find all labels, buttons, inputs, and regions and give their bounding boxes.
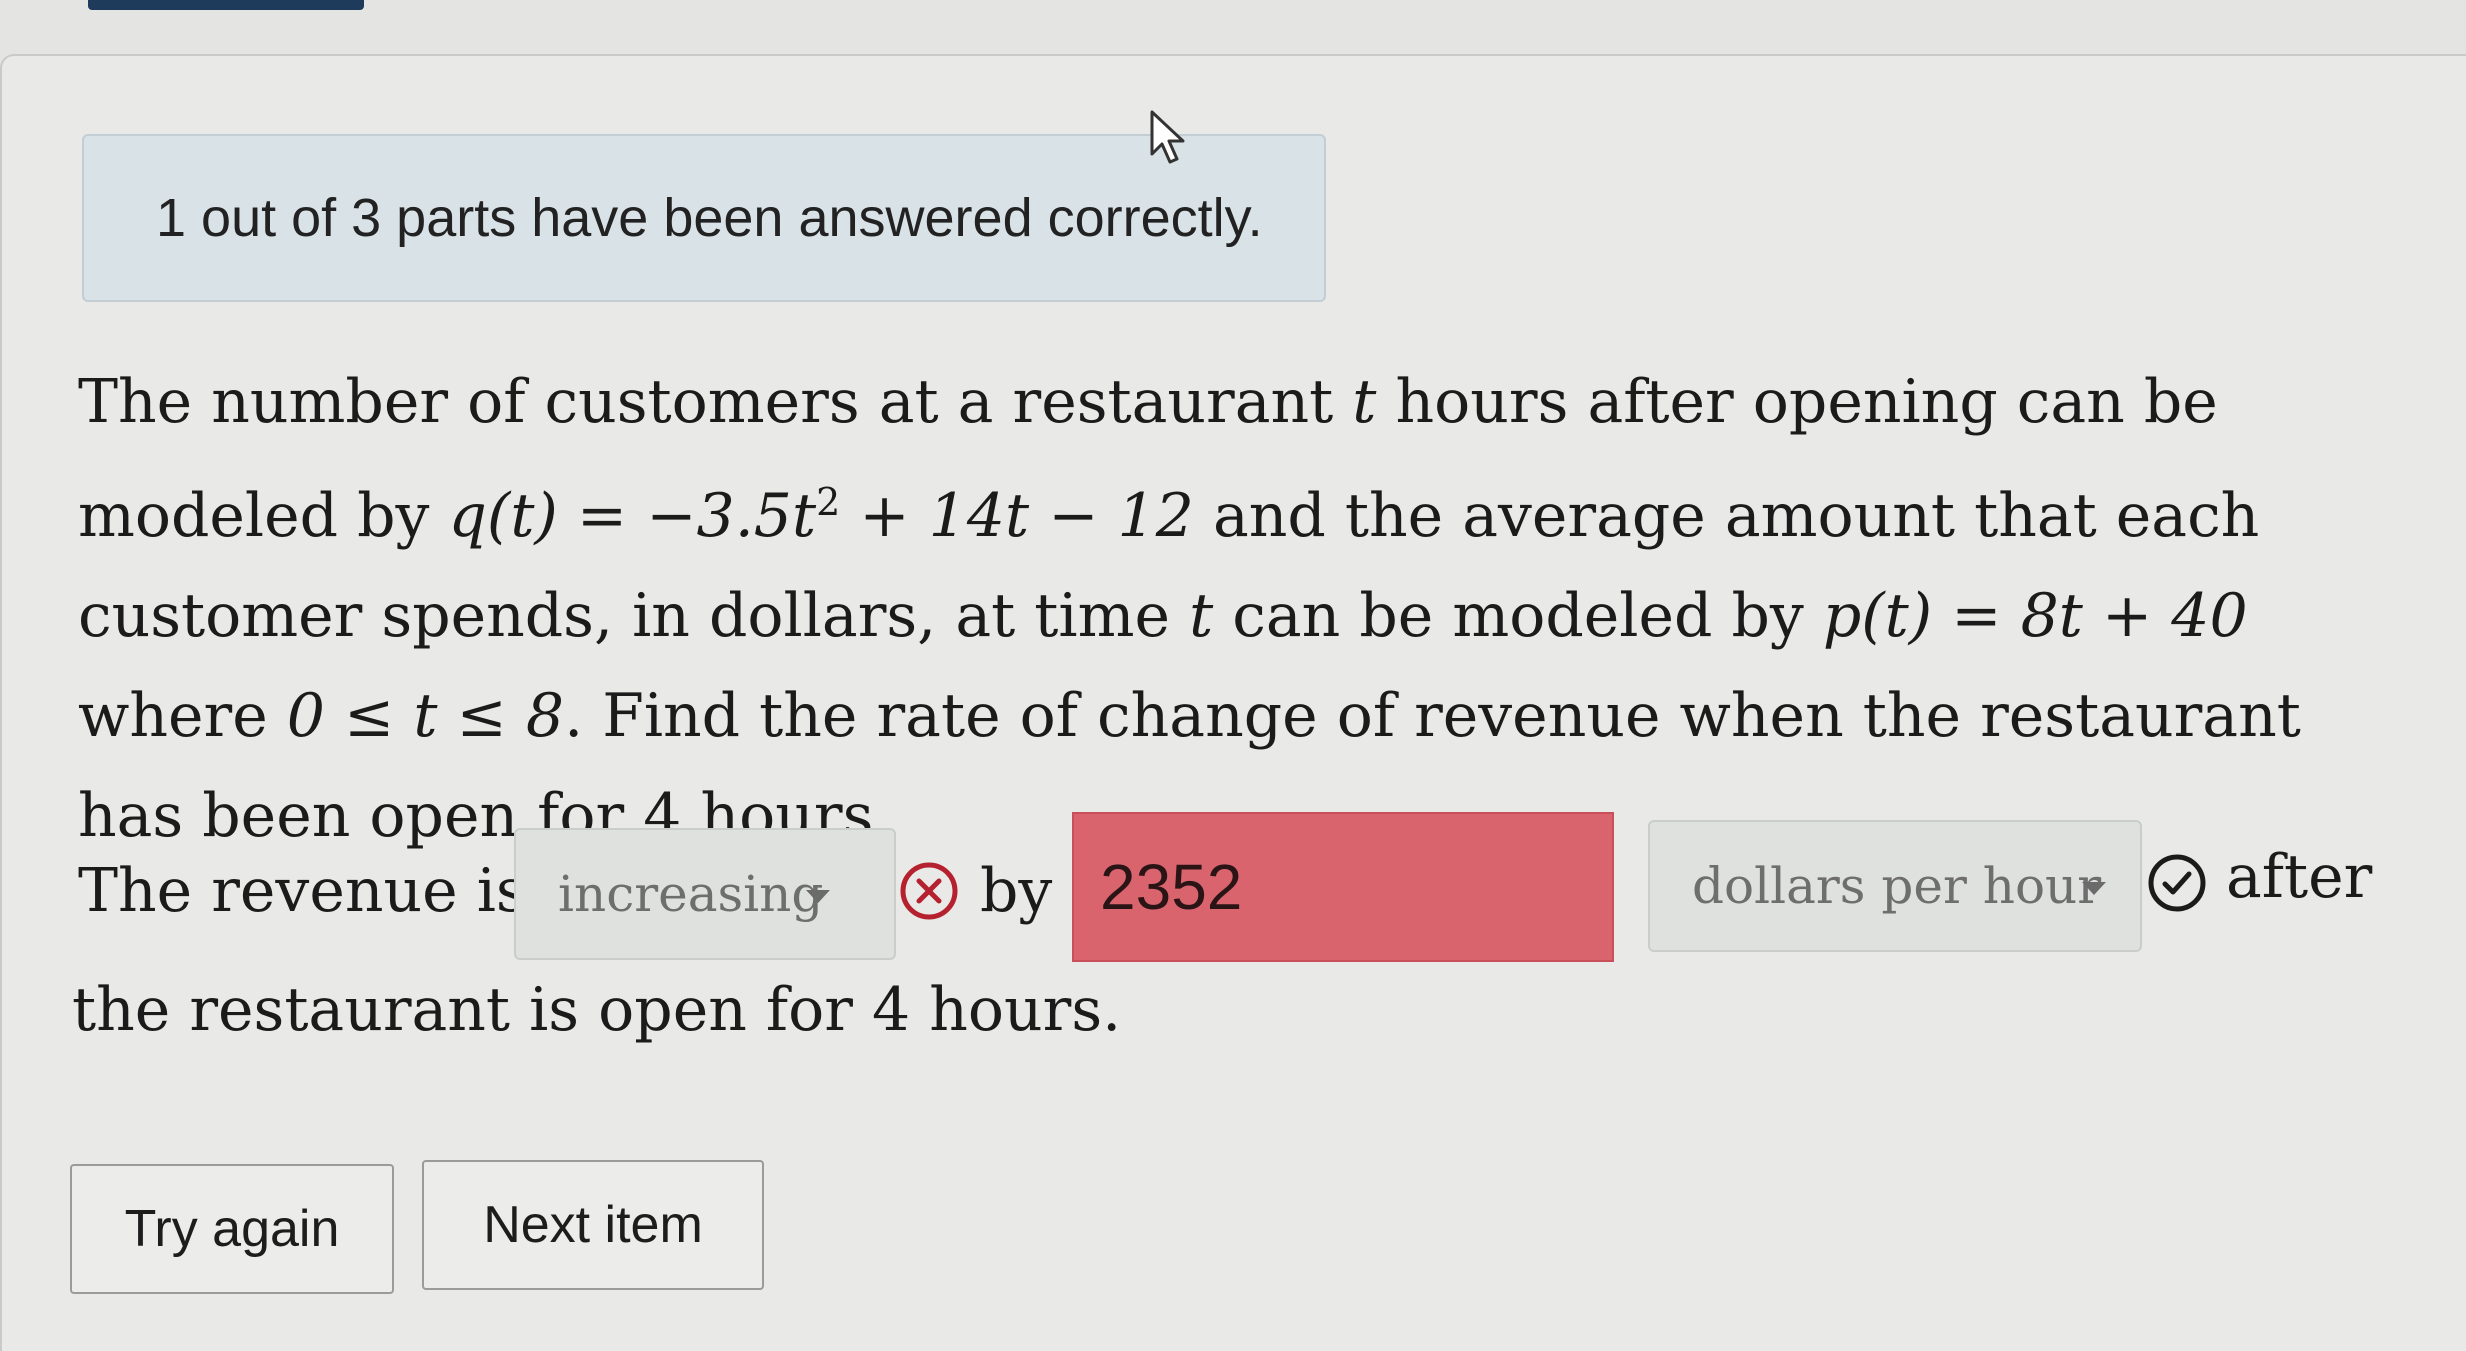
chevron-down-icon bbox=[2082, 882, 2106, 895]
cursor-arrow-icon bbox=[1150, 110, 1185, 164]
problem-text: The number of customers at a restaurant bbox=[78, 367, 1353, 437]
chevron-down-icon bbox=[806, 890, 830, 903]
spending-function: p(t) = 8t + 40 bbox=[1822, 581, 2248, 651]
direction-selected: increasing bbox=[558, 865, 824, 923]
exponent: 2 bbox=[816, 480, 841, 524]
math-variable: t bbox=[1352, 367, 1377, 437]
direction-dropdown[interactable]: increasing bbox=[514, 828, 896, 960]
x-circle-icon bbox=[900, 862, 958, 920]
try-again-button[interactable]: Try again bbox=[70, 1164, 394, 1294]
units-selected: dollars per hour bbox=[1692, 857, 2102, 915]
math-variable: t bbox=[1189, 581, 1214, 651]
next-item-button[interactable]: Next item bbox=[422, 1160, 764, 1290]
answer-status-text: 1 out of 3 parts have been answered corr… bbox=[156, 188, 1263, 248]
check-circle-icon bbox=[2148, 854, 2206, 912]
answer-end-text: the restaurant is open for 4 hours. bbox=[72, 975, 1122, 1045]
answer-status-banner: 1 out of 3 parts have been answered corr… bbox=[82, 134, 1326, 302]
top-tab-indicator bbox=[88, 0, 364, 10]
problem-text: where bbox=[78, 681, 287, 751]
customers-function-rest: + 14t − 12 bbox=[840, 481, 1194, 551]
problem-text: can be modeled by bbox=[1213, 581, 1823, 651]
domain-range: 0 ≤ t ≤ 8 bbox=[286, 681, 565, 751]
problem-statement: The number of customers at a restaurant … bbox=[78, 352, 2378, 866]
units-dropdown[interactable]: dollars per hour bbox=[1648, 820, 2142, 952]
customers-function: q(t) = −3.5t bbox=[448, 481, 817, 551]
after-text: after bbox=[2226, 842, 2373, 912]
rate-answer-input[interactable]: 2352 bbox=[1072, 812, 1614, 962]
by-text: by bbox=[980, 856, 1053, 926]
answer-lead-text: The revenue is bbox=[78, 856, 527, 926]
rate-answer-value: 2352 bbox=[1100, 851, 1243, 923]
answer-sentence: The revenue is increasing by 2352 dollar… bbox=[78, 812, 2458, 962]
